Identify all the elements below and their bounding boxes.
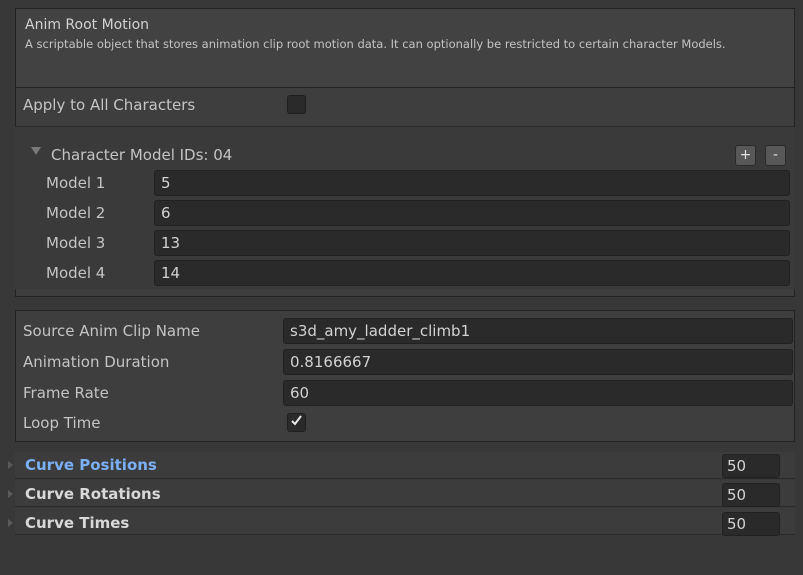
- chevron-down-icon[interactable]: [31, 147, 41, 155]
- curve-times-size[interactable]: 50: [722, 512, 780, 536]
- source-clip-field[interactable]: s3d_amy_ladder_climb1: [283, 318, 793, 344]
- model-label: Model 4: [46, 264, 106, 282]
- loop-time-label: Loop Time: [23, 414, 101, 432]
- model-label: Model 1: [46, 174, 106, 192]
- chevron-right-icon[interactable]: [8, 461, 13, 469]
- curve-rotations-size[interactable]: 50: [722, 483, 780, 507]
- source-clip-label: Source Anim Clip Name: [23, 322, 200, 340]
- frame-rate-label: Frame Rate: [23, 384, 109, 402]
- checkmark-icon: [291, 415, 302, 426]
- curve-positions-size[interactable]: 50: [722, 454, 780, 478]
- duration-label: Animation Duration: [23, 353, 170, 371]
- curve-row[interactable]: [15, 508, 795, 535]
- duration-field[interactable]: 0.8166667: [283, 349, 793, 375]
- character-models-header[interactable]: Character Model IDs: 04: [51, 146, 232, 164]
- curve-positions-label[interactable]: Curve Positions: [25, 456, 157, 474]
- remove-model-button[interactable]: -: [765, 145, 786, 166]
- chevron-right-icon[interactable]: [8, 490, 13, 498]
- header-help-box: Anim Root Motion A scriptable object tha…: [15, 8, 795, 88]
- inspector-description: A scriptable object that stores animatio…: [25, 37, 726, 51]
- frame-rate-field[interactable]: 60: [283, 380, 793, 406]
- loop-time-checkbox[interactable]: [287, 413, 306, 432]
- add-model-button[interactable]: +: [735, 145, 756, 166]
- model-id-field[interactable]: 6: [154, 200, 790, 226]
- apply-all-label: Apply to All Characters: [23, 96, 196, 114]
- model-id-field[interactable]: 5: [154, 170, 790, 196]
- chevron-right-icon[interactable]: [8, 519, 13, 527]
- model-id-field[interactable]: 14: [154, 260, 790, 286]
- curve-times-label[interactable]: Curve Times: [25, 514, 129, 532]
- model-label: Model 3: [46, 234, 106, 252]
- model-label: Model 2: [46, 204, 106, 222]
- apply-all-checkbox[interactable]: [287, 95, 306, 114]
- curve-rotations-label[interactable]: Curve Rotations: [25, 485, 161, 503]
- model-id-field[interactable]: 13: [154, 230, 790, 256]
- inspector-title: Anim Root Motion: [25, 17, 150, 33]
